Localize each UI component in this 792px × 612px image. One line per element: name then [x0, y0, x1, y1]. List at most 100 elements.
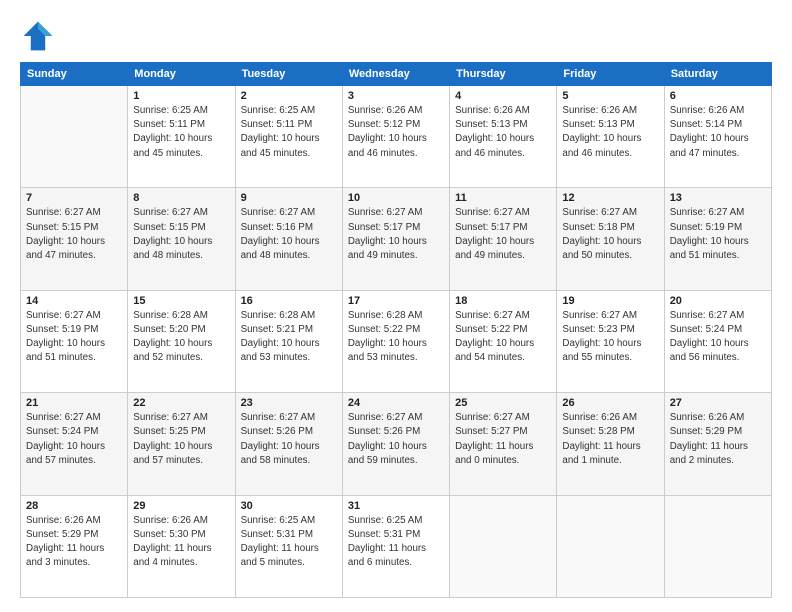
- weekday-header-wednesday: Wednesday: [342, 63, 449, 86]
- day-info: Sunrise: 6:27 AMSunset: 5:22 PMDaylight:…: [455, 309, 551, 366]
- day-info: Sunrise: 6:26 AMSunset: 5:29 PMDaylight:…: [26, 514, 122, 571]
- day-info: Sunrise: 6:27 AMSunset: 5:15 PMDaylight:…: [133, 206, 229, 263]
- day-info: Sunrise: 6:27 AMSunset: 5:19 PMDaylight:…: [26, 309, 122, 366]
- day-number: 22: [133, 397, 229, 409]
- calendar-cell: 20 Sunrise: 6:27 AMSunset: 5:24 PMDayligh…: [664, 290, 771, 392]
- week-row-3: 14 Sunrise: 6:27 AMSunset: 5:19 PMDayligh…: [21, 290, 772, 392]
- day-number: 1: [133, 90, 229, 102]
- calendar-cell: 2 Sunrise: 6:25 AMSunset: 5:11 PMDaylight…: [235, 86, 342, 188]
- calendar-cell: 25 Sunrise: 6:27 AMSunset: 5:27 PMDayligh…: [450, 393, 557, 495]
- calendar-cell: 16 Sunrise: 6:28 AMSunset: 5:21 PMDayligh…: [235, 290, 342, 392]
- logo-icon: [20, 18, 56, 54]
- calendar-cell: 13Sunrise: 6:27 AMSunset: 5:19 PMDayligh…: [664, 188, 771, 290]
- calendar-cell: 15Sunrise: 6:28 AMSunset: 5:20 PMDayligh…: [128, 290, 235, 392]
- day-info: Sunrise: 6:25 AMSunset: 5:31 PMDaylight:…: [348, 514, 444, 571]
- calendar-cell: 5Sunrise: 6:26 AMSunset: 5:13 PMDaylight…: [557, 86, 664, 188]
- day-info: Sunrise: 6:27 AMSunset: 5:18 PMDaylight:…: [562, 206, 658, 263]
- calendar-cell: 17 Sunrise: 6:28 AMSunset: 5:22 PMDayligh…: [342, 290, 449, 392]
- day-number: 3: [348, 90, 444, 102]
- day-number: 14: [26, 295, 122, 307]
- calendar-cell: 19Sunrise: 6:27 AMSunset: 5:23 PMDayligh…: [557, 290, 664, 392]
- calendar-cell: 30 Sunrise: 6:25 AMSunset: 5:31 PMDayligh…: [235, 495, 342, 597]
- calendar-cell: 8 Sunrise: 6:27 AMSunset: 5:15 PMDaylight…: [128, 188, 235, 290]
- calendar-cell: 7 Sunrise: 6:27 AMSunset: 5:15 PMDaylight…: [21, 188, 128, 290]
- calendar-cell: 11 Sunrise: 6:27 AMSunset: 5:17 PMDayligh…: [450, 188, 557, 290]
- day-number: 6: [670, 90, 766, 102]
- day-info: Sunrise: 6:26 AMSunset: 5:29 PMDaylight:…: [670, 411, 766, 468]
- calendar-cell: 26Sunrise: 6:26 AMSunset: 5:28 PMDayligh…: [557, 393, 664, 495]
- weekday-header-thursday: Thursday: [450, 63, 557, 86]
- day-number: 26: [562, 397, 658, 409]
- page: SundayMondayTuesdayWednesdayThursdayFrid…: [0, 0, 792, 612]
- day-number: 24: [348, 397, 444, 409]
- calendar-cell: 22 Sunrise: 6:27 AMSunset: 5:25 PMDayligh…: [128, 393, 235, 495]
- calendar-cell: 12 Sunrise: 6:27 AMSunset: 5:18 PMDayligh…: [557, 188, 664, 290]
- calendar-cell: 9Sunrise: 6:27 AMSunset: 5:16 PMDaylight…: [235, 188, 342, 290]
- day-info: Sunrise: 6:27 AMSunset: 5:23 PMDaylight:…: [562, 309, 658, 366]
- day-number: 9: [241, 192, 337, 204]
- week-row-1: 1 Sunrise: 6:25 AMSunset: 5:11 PMDaylight…: [21, 86, 772, 188]
- day-number: 21: [26, 397, 122, 409]
- day-info: Sunrise: 6:27 AMSunset: 5:19 PMDaylight:…: [670, 206, 766, 263]
- weekday-header-friday: Friday: [557, 63, 664, 86]
- calendar-cell: 6 Sunrise: 6:26 AMSunset: 5:14 PMDaylight…: [664, 86, 771, 188]
- day-number: 4: [455, 90, 551, 102]
- day-number: 7: [26, 192, 122, 204]
- day-info: Sunrise: 6:27 AMSunset: 5:15 PMDaylight:…: [26, 206, 122, 263]
- calendar-cell: [450, 495, 557, 597]
- week-row-4: 21 Sunrise: 6:27 AMSunset: 5:24 PMDayligh…: [21, 393, 772, 495]
- day-number: 8: [133, 192, 229, 204]
- day-info: Sunrise: 6:26 AMSunset: 5:13 PMDaylight:…: [455, 104, 551, 161]
- day-info: Sunrise: 6:27 AMSunset: 5:27 PMDaylight:…: [455, 411, 551, 468]
- day-info: Sunrise: 6:28 AMSunset: 5:22 PMDaylight:…: [348, 309, 444, 366]
- weekday-header-sunday: Sunday: [21, 63, 128, 86]
- weekday-header-tuesday: Tuesday: [235, 63, 342, 86]
- day-number: 31: [348, 500, 444, 512]
- day-number: 11: [455, 192, 551, 204]
- day-number: 17: [348, 295, 444, 307]
- calendar-cell: 1 Sunrise: 6:25 AMSunset: 5:11 PMDaylight…: [128, 86, 235, 188]
- day-number: 25: [455, 397, 551, 409]
- day-number: 15: [133, 295, 229, 307]
- day-info: Sunrise: 6:27 AMSunset: 5:24 PMDaylight:…: [670, 309, 766, 366]
- day-number: 28: [26, 500, 122, 512]
- calendar-table: SundayMondayTuesdayWednesdayThursdayFrid…: [20, 62, 772, 598]
- day-number: 29: [133, 500, 229, 512]
- day-info: Sunrise: 6:27 AMSunset: 5:25 PMDaylight:…: [133, 411, 229, 468]
- day-number: 27: [670, 397, 766, 409]
- calendar-cell: 23Sunrise: 6:27 AMSunset: 5:26 PMDayligh…: [235, 393, 342, 495]
- calendar-cell: 21 Sunrise: 6:27 AMSunset: 5:24 PMDayligh…: [21, 393, 128, 495]
- day-info: Sunrise: 6:27 AMSunset: 5:26 PMDaylight:…: [241, 411, 337, 468]
- day-info: Sunrise: 6:27 AMSunset: 5:26 PMDaylight:…: [348, 411, 444, 468]
- day-number: 18: [455, 295, 551, 307]
- day-info: Sunrise: 6:25 AMSunset: 5:11 PMDaylight:…: [133, 104, 229, 161]
- day-info: Sunrise: 6:26 AMSunset: 5:30 PMDaylight:…: [133, 514, 229, 571]
- calendar-cell: 28 Sunrise: 6:26 AMSunset: 5:29 PMDayligh…: [21, 495, 128, 597]
- logo: [20, 18, 60, 54]
- day-number: 2: [241, 90, 337, 102]
- day-info: Sunrise: 6:27 AMSunset: 5:17 PMDaylight:…: [348, 206, 444, 263]
- calendar-cell: 14 Sunrise: 6:27 AMSunset: 5:19 PMDayligh…: [21, 290, 128, 392]
- day-number: 20: [670, 295, 766, 307]
- day-number: 16: [241, 295, 337, 307]
- calendar-cell: 10 Sunrise: 6:27 AMSunset: 5:17 PMDayligh…: [342, 188, 449, 290]
- weekday-header-monday: Monday: [128, 63, 235, 86]
- calendar-cell: 4 Sunrise: 6:26 AMSunset: 5:13 PMDaylight…: [450, 86, 557, 188]
- day-info: Sunrise: 6:25 AMSunset: 5:31 PMDaylight:…: [241, 514, 337, 571]
- calendar-cell: 24 Sunrise: 6:27 AMSunset: 5:26 PMDayligh…: [342, 393, 449, 495]
- day-info: Sunrise: 6:26 AMSunset: 5:14 PMDaylight:…: [670, 104, 766, 161]
- day-info: Sunrise: 6:27 AMSunset: 5:17 PMDaylight:…: [455, 206, 551, 263]
- day-number: 12: [562, 192, 658, 204]
- day-number: 10: [348, 192, 444, 204]
- day-info: Sunrise: 6:28 AMSunset: 5:21 PMDaylight:…: [241, 309, 337, 366]
- day-info: Sunrise: 6:25 AMSunset: 5:11 PMDaylight:…: [241, 104, 337, 161]
- day-number: 30: [241, 500, 337, 512]
- calendar-cell: 3 Sunrise: 6:26 AMSunset: 5:12 PMDaylight…: [342, 86, 449, 188]
- weekday-header-row: SundayMondayTuesdayWednesdayThursdayFrid…: [21, 63, 772, 86]
- day-info: Sunrise: 6:26 AMSunset: 5:12 PMDaylight:…: [348, 104, 444, 161]
- day-info: Sunrise: 6:27 AMSunset: 5:24 PMDaylight:…: [26, 411, 122, 468]
- week-row-2: 7 Sunrise: 6:27 AMSunset: 5:15 PMDaylight…: [21, 188, 772, 290]
- day-info: Sunrise: 6:26 AMSunset: 5:13 PMDaylight:…: [562, 104, 658, 161]
- weekday-header-saturday: Saturday: [664, 63, 771, 86]
- header: [20, 18, 772, 54]
